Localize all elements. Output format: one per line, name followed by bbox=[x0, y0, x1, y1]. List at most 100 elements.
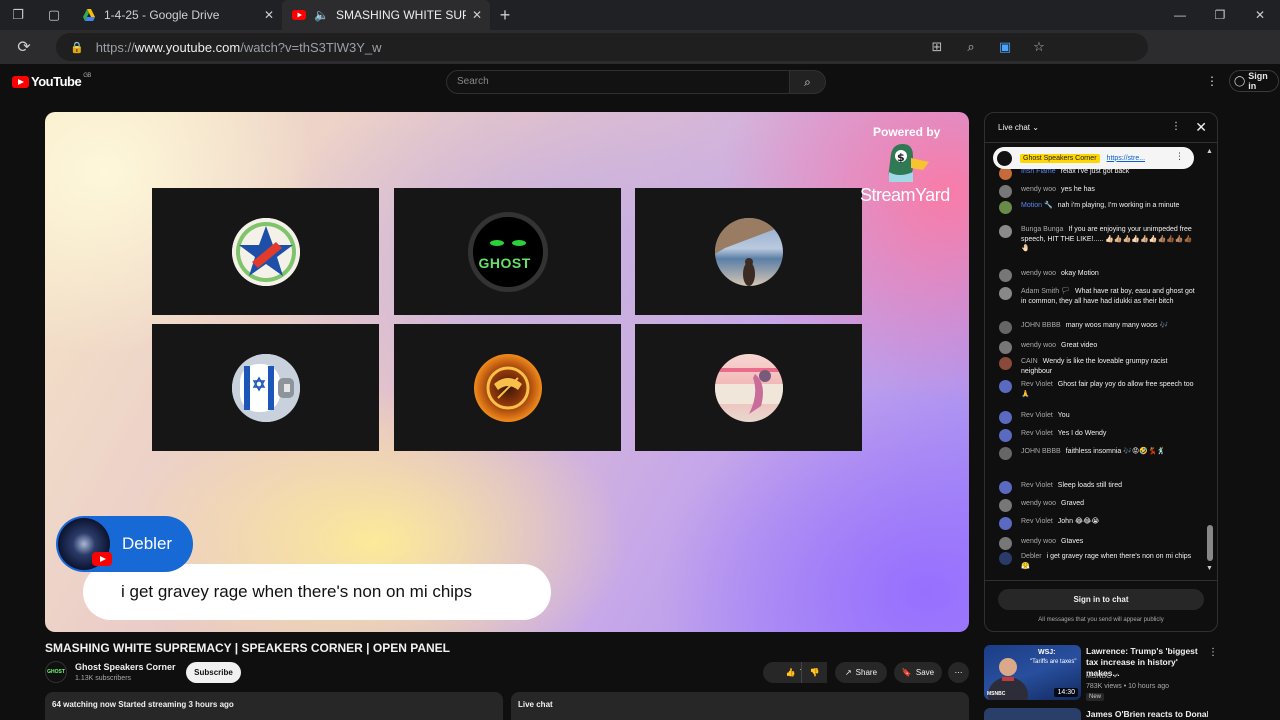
browser-tab-bar: ❐ ▢ 1-4-25 - Google Drive ✕ 🔈 SMASHING W… bbox=[0, 0, 1280, 30]
chat-message: wendy woo Gtaves bbox=[999, 537, 1195, 550]
account-icon: ◯ bbox=[1234, 75, 1246, 87]
youtube-icon bbox=[92, 552, 112, 566]
address-bar: ⟳ 🔒 https://www.youtube.com/watch?v=thS3… bbox=[0, 30, 1280, 84]
restore-icon[interactable]: ❐ bbox=[1200, 0, 1240, 30]
scrollbar-thumb[interactable] bbox=[1207, 525, 1213, 561]
lock-icon[interactable]: 🔒 bbox=[70, 41, 84, 54]
close-tab-icon[interactable]: ✕ bbox=[472, 8, 482, 22]
search-button[interactable]: ⌕ bbox=[790, 70, 826, 94]
pinned-avatar bbox=[997, 150, 1012, 166]
cast-icon[interactable]: ▣ bbox=[996, 39, 1014, 55]
new-badge: New bbox=[1086, 693, 1105, 701]
youtube-logo[interactable]: YouTube GB bbox=[12, 73, 91, 89]
recommended-channel[interactable]: MSNBC ✓ bbox=[1086, 672, 1119, 680]
chat-message: Rev Violet John 😂😂😭 bbox=[999, 517, 1195, 530]
user-avatar bbox=[999, 537, 1012, 550]
chat-message: wendy woo yes he has bbox=[999, 185, 1195, 198]
video-player[interactable]: GHOST Powered by $ StreamYard i get grav… bbox=[45, 112, 969, 632]
chat-message: Rev Violet Ghost fair play yoy do allow f… bbox=[999, 380, 1195, 399]
featured-commenter: Debler bbox=[56, 516, 193, 572]
ghost-label: GHOST bbox=[478, 254, 531, 271]
pinned-link[interactable]: https://stre... bbox=[1107, 155, 1146, 162]
tab-title: 1-4-25 - Google Drive bbox=[104, 8, 220, 22]
live-chat-toggle[interactable]: Live chat bbox=[511, 692, 969, 720]
chat-message: Bunga Bunga If you are enjoying your unim… bbox=[999, 225, 1195, 254]
chat-message-list: Irish Flame relax i've just got back wend… bbox=[985, 165, 1207, 577]
chat-message: Rev Violet Yes I do Wendy bbox=[999, 429, 1195, 442]
save-button[interactable]: 🔖 Save bbox=[894, 662, 942, 683]
new-tab-icon[interactable]: + bbox=[490, 0, 520, 30]
search-icon: ⌕ bbox=[804, 74, 811, 89]
chat-message: Rev Violet Sleep loads still tired bbox=[999, 481, 1195, 494]
recommended-video-thumbnail[interactable] bbox=[984, 708, 1081, 720]
chat-public-note: All messages that you send will appear p… bbox=[1038, 617, 1164, 623]
close-tab-icon[interactable]: ✕ bbox=[264, 8, 274, 22]
sign-in-button[interactable]: ◯ Sign in bbox=[1229, 70, 1279, 92]
user-avatar bbox=[999, 185, 1012, 198]
participant-avatar bbox=[473, 353, 542, 422]
zoom-icon[interactable]: ⌕ bbox=[962, 39, 980, 55]
thumbs-down-icon: 👎 bbox=[809, 668, 820, 677]
close-chat-icon[interactable]: ✕ bbox=[1195, 119, 1207, 136]
user-avatar bbox=[999, 341, 1012, 354]
search-input[interactable]: Search bbox=[446, 70, 790, 94]
video-duration: 14:30 bbox=[1054, 688, 1078, 697]
pinned-author: Ghost Speakers Corner bbox=[1020, 153, 1100, 163]
more-actions-button[interactable]: ⋯ bbox=[948, 662, 969, 683]
settings-menu-icon[interactable]: ⋮ bbox=[1206, 74, 1218, 88]
sign-in-to-chat-button[interactable]: Sign in to chat bbox=[998, 589, 1204, 610]
chat-message: Debler i get gravey rage when there's non… bbox=[999, 552, 1195, 571]
channel-name[interactable]: Ghost Speakers Corner bbox=[75, 662, 176, 672]
scroll-down-icon[interactable]: ▼ bbox=[1206, 565, 1213, 572]
url-field[interactable]: 🔒 https://www.youtube.com/watch?v=thS3Tl… bbox=[56, 33, 1148, 61]
description-box[interactable]: 64 watching now Started streaming 3 hour… bbox=[45, 692, 503, 720]
participant-tile bbox=[152, 188, 379, 315]
speaker-audio-icon[interactable]: 🔈 bbox=[314, 8, 329, 22]
recommended-video-thumbnail[interactable]: WSJ: "Tariffs are taxes" MSNBC 14:30 bbox=[984, 645, 1081, 700]
recommended-meta: 783K views • 10 hours ago bbox=[1086, 683, 1170, 690]
user-avatar bbox=[999, 411, 1012, 424]
participant-tile bbox=[635, 324, 862, 451]
recommended-video-title[interactable]: James O'Brien reacts to Donald... bbox=[1086, 709, 1208, 720]
subscribe-button[interactable]: Subscribe bbox=[186, 662, 241, 683]
user-avatar bbox=[999, 499, 1012, 512]
pinned-menu-icon[interactable]: ⋮ bbox=[1175, 151, 1184, 162]
tab-actions-icon[interactable]: ▢ bbox=[36, 0, 72, 30]
user-avatar bbox=[999, 380, 1012, 393]
participant-avatar bbox=[231, 353, 300, 422]
user-avatar bbox=[999, 552, 1012, 565]
user-avatar bbox=[999, 481, 1012, 494]
user-avatar bbox=[999, 225, 1012, 238]
refresh-icon[interactable]: ⟳ bbox=[0, 37, 48, 57]
streamyard-duck-logo: $ bbox=[883, 142, 931, 186]
user-avatar bbox=[999, 447, 1012, 460]
share-button[interactable]: ↗ Share bbox=[835, 662, 887, 683]
channel-avatar[interactable]: GHOST bbox=[45, 661, 67, 683]
chat-footer: Sign in to chat All messages that you se… bbox=[985, 580, 1217, 631]
recommended-menu-icon[interactable]: ⋮ bbox=[1208, 647, 1218, 658]
close-window-icon[interactable]: ✕ bbox=[1240, 0, 1280, 30]
bookmark-icon: 🔖 bbox=[901, 668, 912, 677]
tab-title: SMASHING WHITE SUPREMACY bbox=[336, 8, 466, 22]
chat-mode-dropdown[interactable]: Live chat ⌄ bbox=[998, 123, 1039, 132]
chat-message: Rev Violet You bbox=[999, 411, 1195, 424]
chat-menu-icon[interactable]: ⋮ bbox=[1171, 121, 1181, 132]
scroll-up-icon[interactable]: ▲ bbox=[1206, 148, 1213, 155]
pinned-message[interactable]: Ghost Speakers Corner https://stre... ⋮ bbox=[993, 147, 1194, 169]
powered-by-label: Powered by bbox=[873, 125, 941, 139]
participant-avatar bbox=[714, 217, 783, 286]
chat-scrollbar[interactable]: ▲ ▼ bbox=[1206, 148, 1214, 576]
chat-header: Live chat ⌄ ⋮ ✕ bbox=[985, 113, 1217, 143]
youtube-favicon-icon bbox=[292, 8, 306, 22]
google-drive-icon bbox=[82, 8, 96, 22]
tab-youtube-video[interactable]: 🔈 SMASHING WHITE SUPREMACY ✕ bbox=[282, 0, 490, 30]
workspaces-icon[interactable]: ❐ bbox=[0, 0, 36, 30]
favorite-star-icon[interactable]: ☆ bbox=[1030, 39, 1048, 55]
participant-avatar bbox=[231, 217, 300, 286]
tab-google-drive[interactable]: 1-4-25 - Google Drive ✕ bbox=[72, 0, 282, 30]
minimize-icon[interactable]: — bbox=[1160, 0, 1200, 30]
dislike-button[interactable]: 👎 bbox=[801, 662, 827, 683]
svg-text:$: $ bbox=[897, 151, 905, 164]
youtube-header: YouTube GB Search ⌕ ⋮ ◯ Sign in bbox=[0, 64, 1280, 100]
app-available-icon[interactable]: ⊞ bbox=[928, 39, 946, 55]
